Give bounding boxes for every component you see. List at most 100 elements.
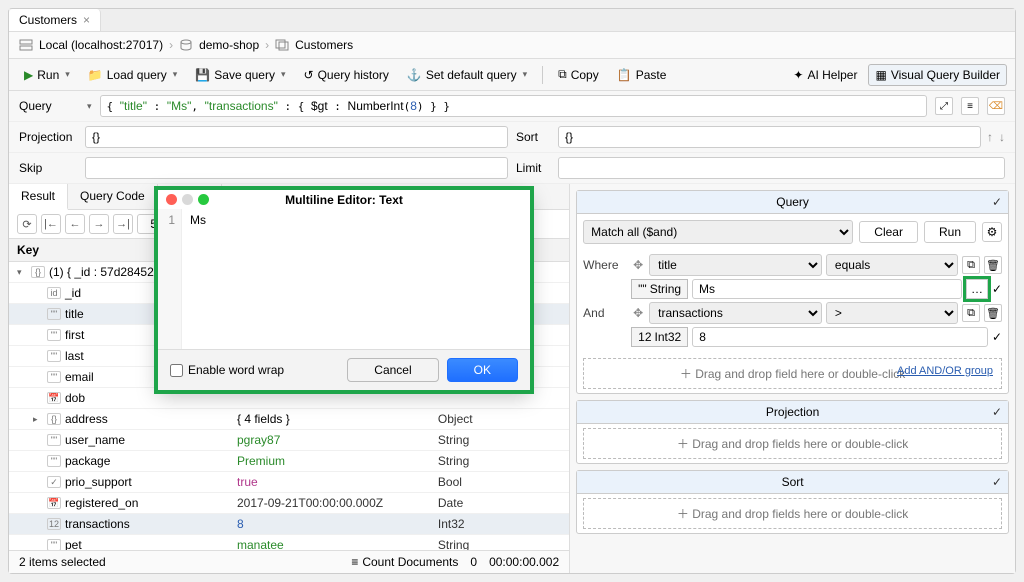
- first-page-icon[interactable]: |←: [41, 214, 61, 234]
- match-mode-select[interactable]: Match all ($and): [583, 220, 853, 244]
- document-icon: {}: [31, 266, 45, 278]
- paste-icon: 📋: [617, 68, 632, 82]
- check-icon[interactable]: ✓: [992, 475, 1002, 489]
- projection-input[interactable]: [85, 126, 508, 148]
- key-cell: package: [65, 454, 110, 468]
- sort-asc-icon[interactable]: ↑: [987, 130, 993, 144]
- run-button[interactable]: ▶Run: [17, 64, 77, 86]
- load-query-button[interactable]: 📁Load query: [81, 64, 185, 86]
- duplicate-icon[interactable]: ⧉: [962, 304, 980, 322]
- gear-icon[interactable]: ⚙: [982, 222, 1002, 242]
- sort-desc-icon[interactable]: ↓: [999, 130, 1005, 144]
- check-icon[interactable]: ✓: [992, 195, 1002, 209]
- key-cell: registered_on: [65, 496, 138, 510]
- table-row[interactable]: "" petmanateeString: [9, 535, 569, 550]
- check-icon[interactable]: ✓: [992, 405, 1002, 419]
- run-button[interactable]: Run: [924, 221, 976, 243]
- delete-icon[interactable]: 🗑: [984, 304, 1002, 322]
- format-icon[interactable]: ≡: [961, 97, 979, 115]
- drag-icon[interactable]: ✥: [631, 258, 645, 272]
- type-cell: Bool: [430, 472, 569, 492]
- ai-helper-button[interactable]: ✦AI Helper: [786, 64, 864, 86]
- chevron-down-icon[interactable]: ▾: [17, 267, 27, 278]
- copy-button[interactable]: ⧉Copy: [551, 63, 606, 86]
- table-row[interactable]: 📅 dob: [9, 388, 569, 409]
- table-row[interactable]: ▸{} address{ 4 fields }Object: [9, 409, 569, 430]
- query-panel: Query✓ Match all ($and) Clear Run ⚙ Wher…: [576, 190, 1009, 394]
- query-input[interactable]: { "title" : "Ms", "transactions" : { $gt…: [100, 95, 927, 117]
- type-cell: String: [430, 430, 569, 450]
- chevron-down-icon[interactable]: ▾: [87, 101, 92, 112]
- duplicate-icon[interactable]: ⧉: [962, 256, 980, 274]
- tab-result[interactable]: Result: [9, 184, 68, 210]
- set-default-query-button[interactable]: ⚓Set default query: [400, 64, 534, 86]
- word-wrap-checkbox[interactable]: Enable word wrap: [170, 363, 284, 377]
- key-cell: pet: [65, 538, 82, 550]
- refresh-icon[interactable]: ⟳: [17, 214, 37, 234]
- key-cell: dob: [65, 391, 85, 405]
- field-select[interactable]: transactions: [649, 302, 822, 324]
- type-icon: 📅: [47, 392, 61, 404]
- breadcrumb-coll[interactable]: Customers: [295, 38, 353, 52]
- prev-page-icon[interactable]: ←: [65, 214, 85, 234]
- add-andor-group-link[interactable]: Add AND/OR group: [897, 365, 993, 377]
- save-query-button[interactable]: 💾Save query: [188, 64, 292, 86]
- tab-query-code[interactable]: Query Code: [68, 184, 158, 209]
- check-icon[interactable]: ✓: [992, 282, 1002, 296]
- value-input[interactable]: [692, 279, 962, 299]
- clear-button[interactable]: Clear: [859, 221, 918, 243]
- skip-input[interactable]: [85, 157, 508, 179]
- expand-icon[interactable]: ⤢: [935, 97, 953, 115]
- value-cell: 2017-09-21T00:00:00.000Z: [229, 493, 430, 513]
- check-icon[interactable]: ✓: [992, 330, 1002, 344]
- table-row[interactable]: "" packagePremiumString: [9, 451, 569, 472]
- count-documents-button[interactable]: ≡Count Documents: [351, 555, 458, 569]
- next-page-icon[interactable]: →: [89, 214, 109, 234]
- breadcrumb: Local (localhost:27017) › demo-shop › Cu…: [9, 32, 1015, 59]
- type-icon: "": [47, 539, 61, 550]
- chevron-right-icon[interactable]: ▸: [33, 414, 43, 425]
- operator-select[interactable]: >: [826, 302, 958, 324]
- editor-textarea[interactable]: Ms: [182, 209, 530, 349]
- tab-customers[interactable]: Customers ×: [9, 9, 101, 31]
- visual-query-builder-button[interactable]: ▦Visual Query Builder: [868, 64, 1007, 86]
- close-icon[interactable]: ×: [83, 13, 90, 27]
- value-input[interactable]: [692, 327, 988, 347]
- table-row[interactable]: "" user_namepgray87String: [9, 430, 569, 451]
- table-row[interactable]: 12 transactions8Int32: [9, 514, 569, 535]
- type-cell: [430, 395, 569, 401]
- ok-button[interactable]: OK: [447, 358, 518, 382]
- drag-icon[interactable]: ✥: [631, 306, 645, 320]
- last-page-icon[interactable]: →|: [113, 214, 133, 234]
- key-cell: email: [65, 370, 94, 384]
- panel-title: Sort: [782, 475, 804, 489]
- multiline-editor-button[interactable]: …: [966, 279, 988, 299]
- field-select[interactable]: title: [649, 254, 822, 276]
- paste-button[interactable]: 📋Paste: [610, 64, 674, 86]
- type-icon: "": [47, 308, 61, 320]
- limit-input[interactable]: [558, 157, 1005, 179]
- close-window-icon[interactable]: [166, 194, 177, 205]
- minimize-window-icon[interactable]: [182, 194, 193, 205]
- type-badge[interactable]: 12Int32: [631, 327, 688, 347]
- sort-input[interactable]: [558, 126, 981, 148]
- table-row[interactable]: 📅 registered_on2017-09-21T00:00:00.000ZD…: [9, 493, 569, 514]
- toolbar: ▶Run 📁Load query 💾Save query ↺Query hist…: [9, 59, 1015, 91]
- delete-icon[interactable]: 🗑: [984, 256, 1002, 274]
- breadcrumb-conn[interactable]: Local (localhost:27017): [39, 38, 163, 52]
- drop-field-zone[interactable]: ＋ Drag and drop field here or double-cli…: [583, 358, 1002, 389]
- checkbox-icon[interactable]: [170, 364, 183, 377]
- breadcrumb-db[interactable]: demo-shop: [199, 38, 259, 52]
- drop-fields-zone[interactable]: ＋ Drag and drop fields here or double-cl…: [583, 498, 1002, 529]
- clear-icon[interactable]: ⌫: [987, 97, 1005, 115]
- table-row[interactable]: ✓ prio_supporttrueBool: [9, 472, 569, 493]
- cancel-button[interactable]: Cancel: [347, 358, 438, 382]
- anchor-icon: ⚓: [407, 68, 422, 82]
- skip-limit-row: Skip Limit: [9, 153, 1015, 184]
- zoom-window-icon[interactable]: [198, 194, 209, 205]
- query-history-button[interactable]: ↺Query history: [297, 64, 396, 86]
- operator-select[interactable]: equals: [826, 254, 958, 276]
- type-icon: "": [47, 434, 61, 446]
- drop-fields-zone[interactable]: ＋ Drag and drop fields here or double-cl…: [583, 428, 1002, 459]
- type-badge[interactable]: ""String: [631, 279, 688, 299]
